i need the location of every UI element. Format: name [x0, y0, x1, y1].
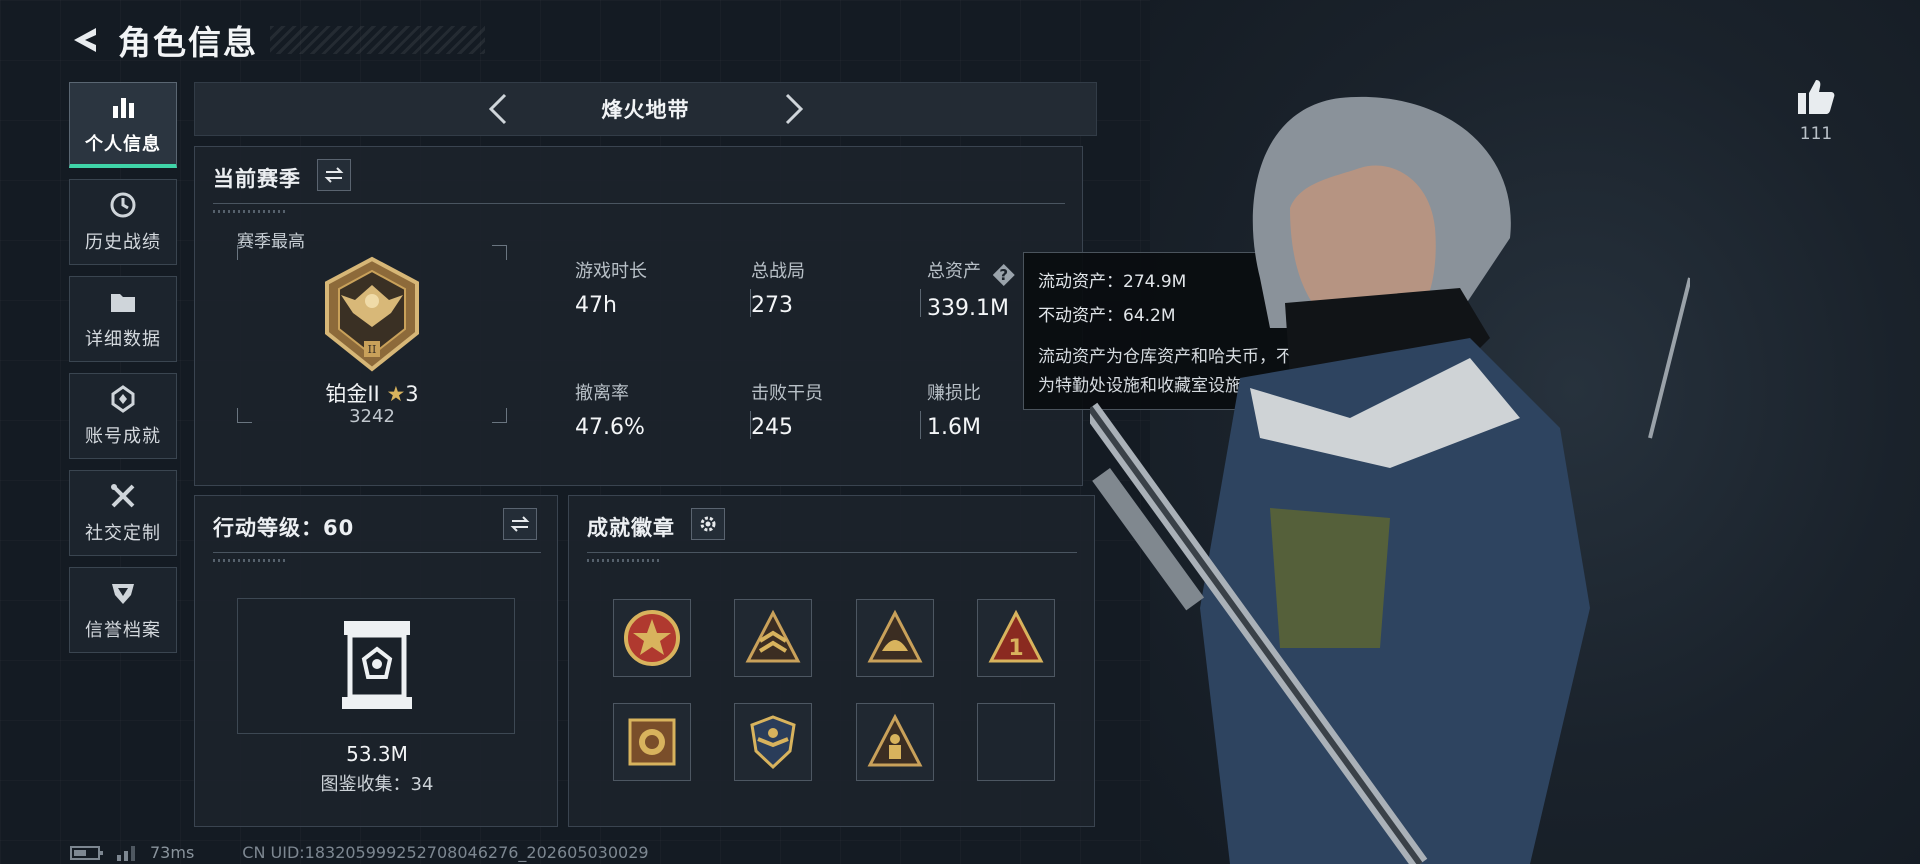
history-icon [108, 190, 138, 220]
switch-level-button[interactable] [503, 508, 537, 540]
mode-label: 烽火地带 [601, 98, 690, 122]
sidebar-item-personal-info[interactable]: 个人信息 [69, 82, 177, 168]
stat-divider [920, 289, 921, 317]
collection-display[interactable] [237, 598, 515, 734]
sidebar-item-detailed-data[interactable]: 详细数据 [69, 276, 177, 362]
back-icon[interactable] [70, 24, 102, 56]
operator-character [1090, 96, 1690, 864]
season-panel: 当前赛季 赛季最高 II 铂金II ★3 3242 游戏时长 47h 总战局 2… [194, 146, 1083, 486]
help-icon[interactable]: ? [992, 264, 1015, 286]
badges-panel: 成就徽章 1 [568, 495, 1095, 827]
sidebar-item-social-custom[interactable]: 社交定制 [69, 470, 177, 556]
swap-icon [324, 167, 344, 183]
achievement-icon [108, 384, 138, 414]
divider-dots [587, 559, 659, 562]
soldier-triangle-badge[interactable] [856, 703, 934, 781]
stat-total-assets: 总资产 ? 339.1M [927, 257, 1015, 321]
empty-badge-slot[interactable] [977, 703, 1055, 781]
gear-icon [700, 516, 716, 532]
badge-settings-button[interactable] [691, 508, 725, 540]
sidebar-item-label: 社交定制 [85, 523, 161, 544]
battery-icon [70, 845, 103, 860]
winged-crest-badge[interactable] [734, 703, 812, 781]
collection-value: 53.3M [346, 742, 408, 766]
tools-icon [108, 481, 138, 511]
collection-case-icon [342, 621, 412, 709]
action-level-panel: 行动等级：60 53.3M 图鉴收集：34 [194, 495, 558, 827]
shield-icon [108, 578, 138, 608]
lion-shield-badge[interactable] [613, 703, 691, 781]
page-title: 角色信息 [118, 23, 258, 62]
divider [213, 552, 541, 553]
sidebar-item-history[interactable]: 历史战绩 [69, 179, 177, 265]
sidebar-item-achievements[interactable]: 账号成就 [69, 373, 177, 459]
mode-selector: 烽火地带 [194, 82, 1097, 136]
folder-icon [108, 287, 138, 317]
stat-divider [920, 411, 921, 439]
svg-text:II: II [368, 343, 377, 356]
sidebar-item-label: 详细数据 [85, 329, 161, 350]
action-level-title: 行动等级：60 [213, 516, 355, 540]
rank-chevron-badge[interactable] [734, 599, 812, 677]
stat-play-time: 游戏时长 47h [575, 261, 647, 318]
divider [213, 203, 1065, 204]
stat-total-matches: 总战局 273 [751, 261, 805, 318]
sidebar-item-label: 账号成就 [85, 426, 161, 447]
title-decoration [270, 26, 485, 54]
likes-widget[interactable]: 111 [1786, 78, 1846, 144]
chevron-left-icon[interactable] [481, 91, 517, 127]
sidebar-item-label: 历史战绩 [85, 232, 161, 253]
platinum-rank-emblem: II [325, 256, 419, 372]
bar-chart-icon [108, 92, 138, 122]
stat-profit-ratio: 赚损比 1.6M [927, 383, 981, 440]
rank-name-row: 铂金II ★3 [237, 378, 507, 408]
user-uid: CN UID:18320599925270804​6276_2026050300… [242, 843, 649, 862]
ping-value: 73ms [150, 843, 195, 862]
stat-extract-rate: 撤离率 47.6% [575, 383, 645, 440]
divider-dots [213, 559, 285, 562]
status-bar: 73ms CN UID:18320599925270804​6276_20260… [70, 843, 649, 862]
signal-icon [117, 845, 135, 861]
badges-title: 成就徽章 [587, 516, 675, 540]
switch-season-button[interactable] [317, 159, 351, 191]
number-one-triangle-badge[interactable]: 1 [977, 599, 1055, 677]
sidebar-item-reputation[interactable]: 信誉档案 [69, 567, 177, 653]
sidebar-item-label: 个人信息 [85, 133, 161, 155]
likes-count: 111 [1799, 124, 1833, 144]
rank-name: 铂金II [325, 382, 380, 406]
svg-text:1: 1 [1008, 636, 1023, 661]
stat-kills: 击败干员 245 [751, 383, 823, 440]
rank-frame: II 铂金II ★3 3242 [237, 245, 507, 427]
sidebar: 个人信息 历史战绩 详细数据 账号成就 社交定制 信誉档案 [69, 82, 179, 664]
divider-dots [213, 210, 285, 213]
page-header: 角色信息 [70, 18, 485, 62]
rank-score: 3242 [349, 406, 395, 427]
sidebar-item-label: 信誉档案 [85, 620, 161, 641]
chevron-right-icon[interactable] [775, 91, 811, 127]
season-title: 当前赛季 [213, 167, 301, 191]
helmet-triangle-badge[interactable] [856, 599, 934, 677]
swap-icon [510, 516, 530, 532]
thumbs-up-icon [1798, 80, 1835, 114]
collection-count: 图鉴收集：34 [320, 774, 434, 795]
rank-stars: 3 [405, 382, 419, 406]
star-icon: ★ [386, 382, 406, 406]
divider [587, 552, 1077, 553]
star-medal-badge[interactable] [613, 599, 691, 677]
